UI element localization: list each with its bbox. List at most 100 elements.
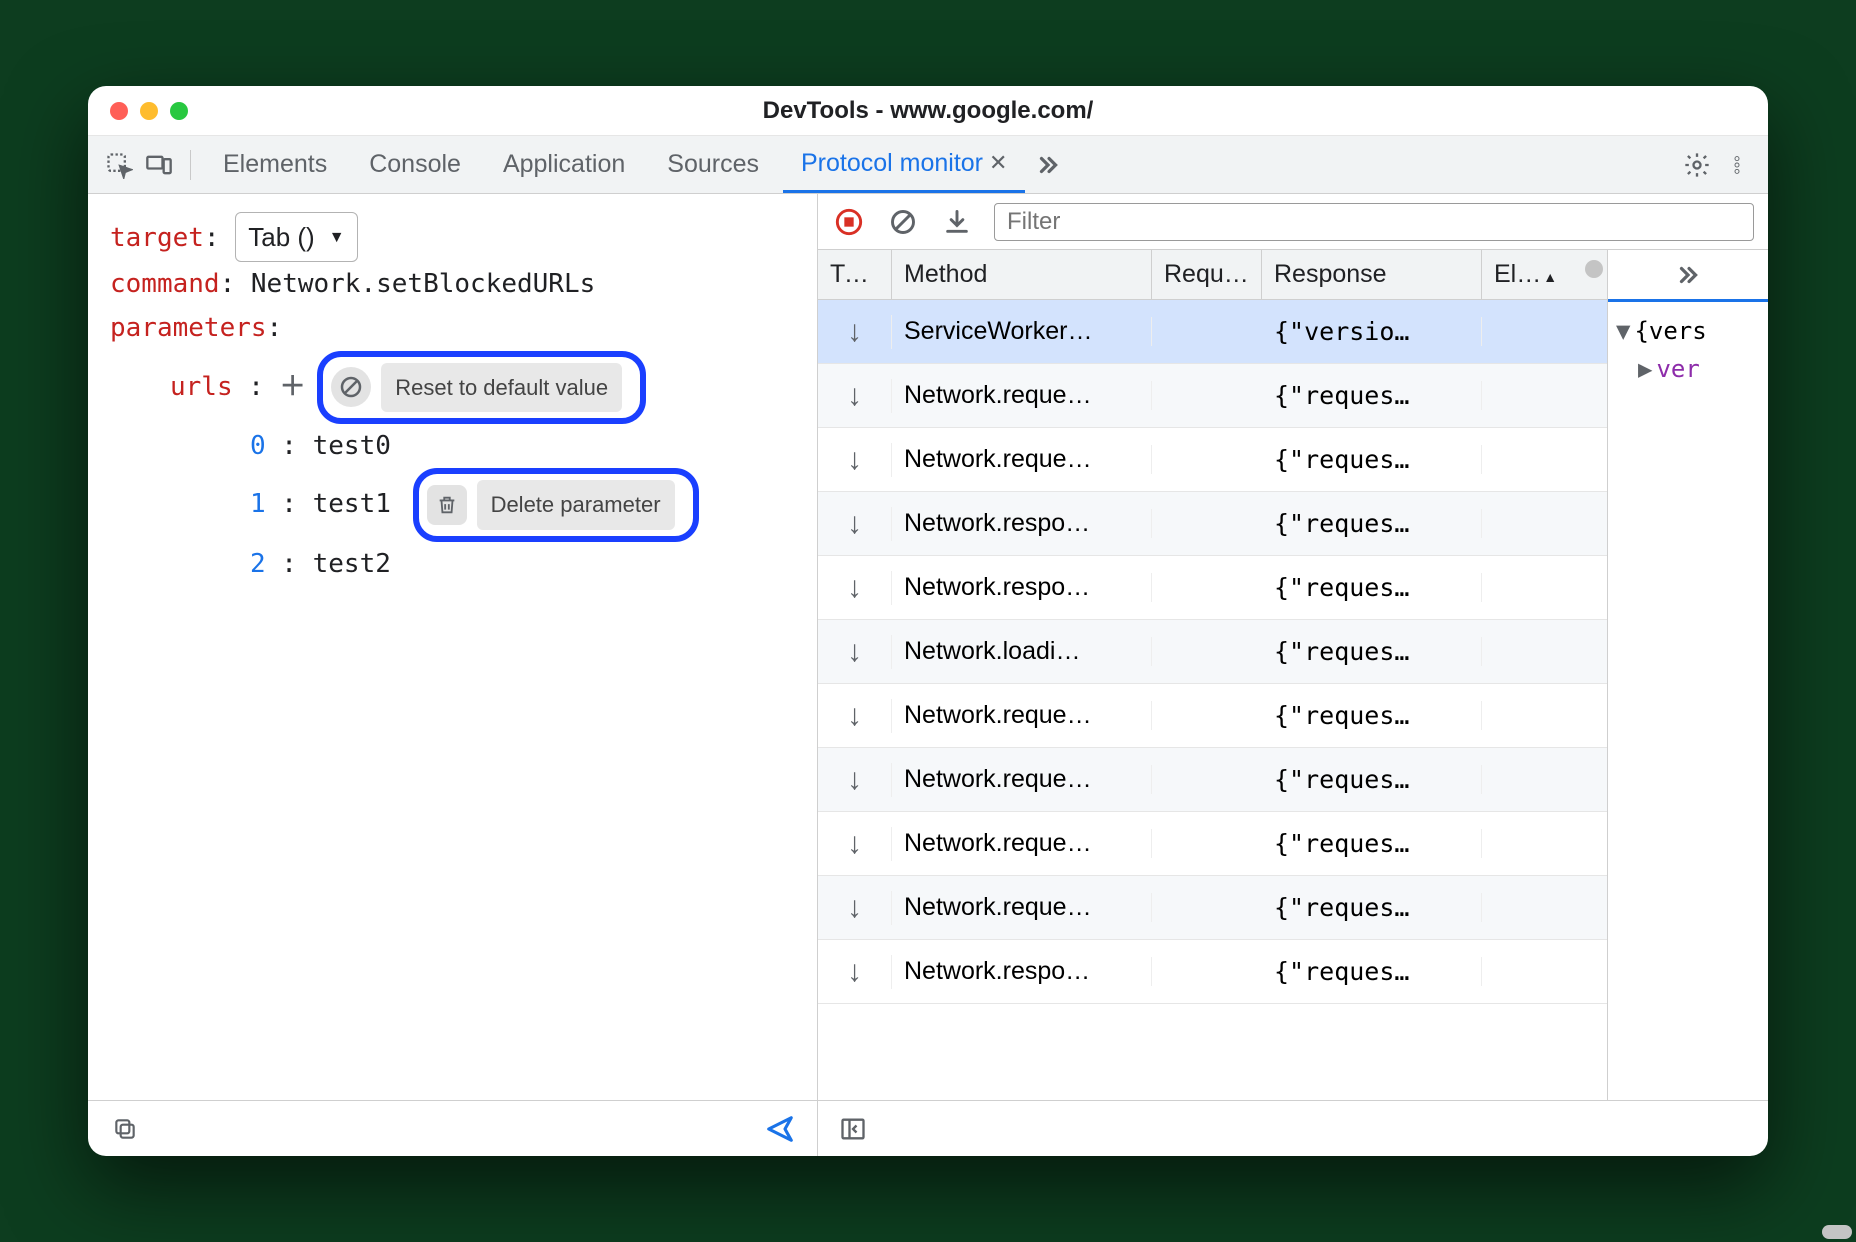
target-value: Tab () [248, 215, 314, 259]
col-method[interactable]: Method [892, 250, 1152, 299]
cell-response: {"reques… [1262, 701, 1482, 730]
triangle-right-icon: ▶ [1638, 355, 1652, 383]
cell-type: ↓ [818, 379, 892, 413]
command-row: command: Network.setBlockedURLs [110, 262, 795, 306]
tab-protocol-monitor[interactable]: Protocol monitor ✕ [783, 136, 1025, 193]
cell-response: {"reques… [1262, 829, 1482, 858]
table-row[interactable]: ↓Network.reque…{"reques… [818, 812, 1607, 876]
log-table: Type Method Requ… Response El…▲ ↓Service… [818, 250, 1608, 1100]
cell-method: Network.reque… [892, 701, 1152, 730]
parameters-key: parameters [110, 313, 267, 343]
cell-type: ↓ [818, 955, 892, 989]
table-row[interactable]: ↓Network.loadi…{"reques… [818, 620, 1607, 684]
more-tabs-icon[interactable] [1031, 148, 1065, 182]
cell-response: {"versio… [1262, 317, 1482, 346]
add-item-icon[interactable]: ＋ [280, 365, 302, 409]
tab-console[interactable]: Console [351, 136, 479, 193]
record-button[interactable] [832, 205, 866, 239]
table-body: ↓ServiceWorker…{"versio…↓Network.reque…{… [818, 300, 1607, 1004]
table-header: Type Method Requ… Response El…▲ [818, 250, 1607, 300]
table-row[interactable]: ↓Network.reque…{"reques… [818, 684, 1607, 748]
send-button[interactable] [763, 1112, 797, 1146]
tree-child-label: ver [1656, 355, 1699, 383]
url-item-2[interactable]: 2 : test2 [110, 542, 795, 586]
target-key: target [110, 223, 204, 253]
table-row[interactable]: ↓Network.respo…{"reques… [818, 940, 1607, 1004]
url-item-0[interactable]: 0 : test0 [110, 424, 795, 468]
tree-root[interactable]: ▼{vers [1616, 312, 1760, 350]
table-row[interactable]: ↓Network.respo…{"reques… [818, 492, 1607, 556]
sidebar-tree: ▼{vers ▶ver [1608, 302, 1768, 399]
sidebar-more-icon[interactable] [1608, 250, 1768, 302]
delete-callout: Delete parameter [413, 468, 699, 541]
clear-button[interactable] [886, 205, 920, 239]
cell-method: Network.reque… [892, 381, 1152, 410]
cell-method: Network.reque… [892, 765, 1152, 794]
titlebar: DevTools - www.google.com/ [88, 86, 1768, 136]
filter-input[interactable] [994, 203, 1754, 241]
cell-type: ↓ [818, 443, 892, 477]
table-row[interactable]: ↓Network.reque…{"reques… [818, 428, 1607, 492]
tree-child[interactable]: ▶ver [1616, 350, 1760, 388]
delete-button[interactable] [427, 485, 467, 525]
window-title: DevTools - www.google.com/ [88, 97, 1768, 125]
tabstrip: Elements Console Application Sources Pro… [88, 136, 1768, 194]
toggle-drawer-icon[interactable] [836, 1112, 870, 1146]
command-key: command [110, 269, 220, 299]
url-value: test2 [313, 549, 391, 579]
close-window-button[interactable] [110, 102, 128, 120]
url-index: 2 [250, 549, 266, 579]
cell-type: ↓ [818, 507, 892, 541]
download-button[interactable] [940, 205, 974, 239]
minimize-window-button[interactable] [140, 102, 158, 120]
close-tab-icon[interactable]: ✕ [989, 150, 1007, 176]
parameters-row: parameters: [110, 306, 795, 350]
cell-response: {"reques… [1262, 445, 1482, 474]
col-type[interactable]: Type [818, 250, 892, 299]
command-value[interactable]: Network.setBlockedURLs [251, 269, 595, 299]
urls-row: urls : ＋ Reset to default value [110, 351, 795, 424]
reset-button[interactable] [331, 367, 371, 407]
tab-application[interactable]: Application [485, 136, 643, 193]
cell-type: ↓ [818, 571, 892, 605]
maximize-window-button[interactable] [170, 102, 188, 120]
settings-icon[interactable] [1680, 148, 1714, 182]
reset-tooltip: Reset to default value [381, 363, 622, 412]
table-row[interactable]: ↓ServiceWorker…{"versio… [818, 300, 1607, 364]
left-footer [88, 1100, 817, 1156]
table-row[interactable]: ↓Network.reque… {"reques… [818, 748, 1607, 812]
scroll-indicator [1585, 260, 1603, 278]
copy-icon[interactable] [108, 1112, 142, 1146]
more-menu-icon[interactable] [1720, 148, 1754, 182]
command-form: target: Tab () ▼ command: Network.setBlo… [88, 194, 817, 1100]
cell-response: {"reques… [1262, 957, 1482, 986]
target-select[interactable]: Tab () ▼ [235, 212, 357, 262]
delete-tooltip: Delete parameter [477, 480, 675, 529]
cell-response: {"reques… [1262, 765, 1482, 794]
cell-type: ↓ [818, 827, 892, 861]
table-row[interactable]: ↓Network.respo…{"reques… [818, 556, 1607, 620]
device-toggle-icon[interactable] [142, 148, 176, 182]
tab-elements[interactable]: Elements [205, 136, 345, 193]
cell-response: {"reques… [1262, 381, 1482, 410]
table-row[interactable]: ↓Network.reque… {"reques… [818, 364, 1607, 428]
col-response[interactable]: Response [1262, 250, 1482, 299]
url-value: test0 [313, 431, 391, 461]
details-sidebar: ▼{vers ▶ver [1608, 250, 1768, 1100]
table-row[interactable]: ↓Network.reque…{"reques… [818, 876, 1607, 940]
url-item-1[interactable]: 1 : test1 Delete parameter [110, 468, 795, 541]
log-split: Type Method Requ… Response El…▲ ↓Service… [818, 250, 1768, 1100]
tab-sources[interactable]: Sources [649, 136, 777, 193]
col-elapsed[interactable]: El…▲ [1482, 250, 1572, 299]
col-request[interactable]: Requ… [1152, 250, 1262, 299]
cell-response: {"reques… [1262, 893, 1482, 922]
main-split: target: Tab () ▼ command: Network.setBlo… [88, 194, 1768, 1156]
url-value: test1 [313, 489, 391, 519]
inspect-icon[interactable] [102, 148, 136, 182]
cell-type: ↓ [818, 763, 892, 797]
urls-key: urls [170, 372, 233, 402]
divider [190, 150, 191, 180]
cell-method: Network.loadi… [892, 637, 1152, 666]
target-row: target: Tab () ▼ [110, 212, 795, 262]
command-editor-pane: target: Tab () ▼ command: Network.setBlo… [88, 194, 818, 1156]
